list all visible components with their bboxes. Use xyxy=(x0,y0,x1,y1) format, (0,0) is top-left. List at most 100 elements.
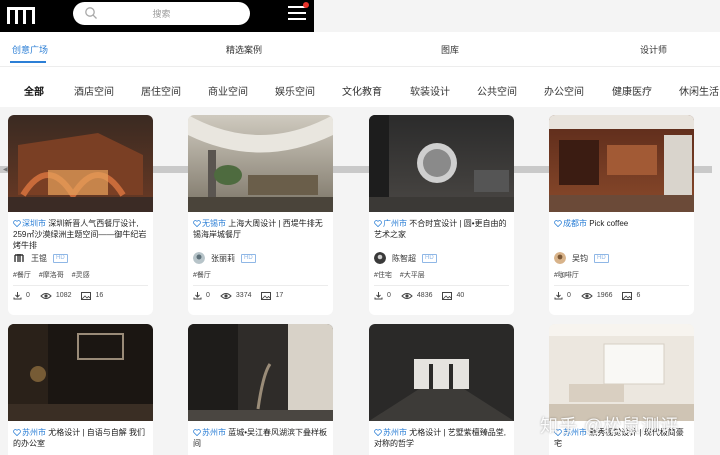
project-title[interactable]: 广州市 不合时宜设计 | 圆•更自由的艺术之家 xyxy=(374,218,509,251)
hd-badge: HD xyxy=(594,253,609,263)
project-image[interactable] xyxy=(369,324,514,421)
project-image[interactable] xyxy=(188,115,333,212)
heart-icon[interactable] xyxy=(193,429,201,436)
author-name[interactable]: 陈智超 xyxy=(392,253,416,264)
author-row: 张丽莉 HD xyxy=(193,252,256,264)
tag-list: #咖啡厅 xyxy=(554,270,585,280)
site-logo-icon[interactable] xyxy=(6,4,36,26)
author-name[interactable]: 王锟 xyxy=(31,253,47,264)
tag[interactable]: #灵感 xyxy=(72,272,90,279)
project-image[interactable] xyxy=(188,324,333,421)
project-title[interactable]: 成都市 Pick coffee xyxy=(554,218,689,251)
project-city[interactable]: 苏州市 xyxy=(22,428,46,437)
image-icon xyxy=(442,291,453,300)
avatar[interactable] xyxy=(13,252,25,264)
tag[interactable]: #大平层 xyxy=(400,272,425,279)
category-public[interactable]: 公共空间 xyxy=(477,83,517,98)
tag[interactable]: #餐厅 xyxy=(193,272,211,279)
avatar[interactable] xyxy=(374,252,386,264)
eye-icon xyxy=(40,292,52,299)
download-icon xyxy=(193,292,202,300)
tag[interactable]: #咖啡厅 xyxy=(554,272,579,279)
project-title[interactable]: 无锡市 上海大周设计 | 西堤牛排无锡海岸城餐厅 xyxy=(193,218,328,251)
category-residential[interactable]: 居住空间 xyxy=(141,83,181,98)
project-image[interactable] xyxy=(8,324,153,421)
image-icon xyxy=(622,291,633,300)
download-stat[interactable]: 0 xyxy=(554,291,571,300)
heart-icon[interactable] xyxy=(193,220,201,227)
project-city[interactable]: 苏州市 xyxy=(383,428,407,437)
avatar[interactable] xyxy=(193,252,205,264)
avatar[interactable] xyxy=(554,252,566,264)
category-culture-education[interactable]: 文化教育 xyxy=(342,83,382,98)
download-stat[interactable]: 0 xyxy=(13,291,30,300)
download-stat[interactable]: 0 xyxy=(193,291,210,300)
project-city[interactable]: 无锡市 xyxy=(202,219,226,228)
view-stat: 4836 xyxy=(401,292,433,300)
project-card[interactable]: 苏州市 尤格设计 | 艺墅紫檀臻品堂, 对称的哲学 xyxy=(369,324,514,455)
heart-icon[interactable] xyxy=(554,220,562,227)
project-card[interactable]: 无锡市 上海大周设计 | 西堤牛排无锡海岸城餐厅 张丽莉 HD #餐厅 0 33… xyxy=(188,115,333,315)
divider xyxy=(554,285,689,286)
eye-icon xyxy=(581,292,593,299)
view-count: 4836 xyxy=(416,292,433,299)
project-card[interactable]: 深圳市 深圳新晋人气西餐厅设计, 259㎡沙漠绿洲主题空间——御牛纪岩烤牛排 王… xyxy=(8,115,153,315)
image-stat: 17 xyxy=(261,291,284,300)
project-card[interactable]: 苏州市 尤格设计 | 自语与自解 我们的办公室 xyxy=(8,324,153,455)
download-stat[interactable]: 0 xyxy=(374,291,391,300)
category-commercial[interactable]: 商业空间 xyxy=(208,83,248,98)
category-hotel[interactable]: 酒店空间 xyxy=(74,83,114,98)
project-card[interactable]: 苏州市 蓝城•吴江春风湖滨下叠样板间 xyxy=(188,324,333,455)
project-city[interactable]: 苏州市 xyxy=(202,428,226,437)
download-count: 0 xyxy=(567,292,571,299)
category-leisure[interactable]: 休闲生活 xyxy=(679,83,719,98)
author-name[interactable]: 张丽莉 xyxy=(211,253,235,264)
download-count: 0 xyxy=(387,292,391,299)
project-title-text[interactable]: Pick coffee xyxy=(589,219,628,228)
category-healthcare[interactable]: 健康医疗 xyxy=(612,83,652,98)
scroll-left-arrow-icon[interactable]: ◀ xyxy=(3,167,8,173)
tag[interactable]: #餐厅 xyxy=(13,272,31,279)
image-icon xyxy=(261,291,272,300)
hd-badge: HD xyxy=(422,253,437,263)
project-image[interactable] xyxy=(369,115,514,212)
project-city[interactable]: 深圳市 xyxy=(22,219,46,228)
image-count: 17 xyxy=(275,292,284,299)
heart-icon[interactable] xyxy=(374,220,382,227)
tag-list: #餐厅 #摩洛哥 #灵感 xyxy=(13,270,96,280)
author-name[interactable]: 吴钧 xyxy=(572,253,588,264)
tab-gallery[interactable]: 图库 xyxy=(441,43,459,56)
project-card[interactable]: 广州市 不合时宜设计 | 圆•更自由的艺术之家 陈智超 HD #住宅 #大平层 … xyxy=(369,115,514,315)
tab-designers[interactable]: 设计师 xyxy=(640,43,667,56)
project-image[interactable] xyxy=(549,324,694,421)
hd-badge: HD xyxy=(53,253,68,263)
project-title[interactable]: 苏州市 尤格设计 | 艺墅紫檀臻品堂, 对称的哲学 xyxy=(374,427,509,455)
tag[interactable]: #住宅 xyxy=(374,272,392,279)
project-image[interactable] xyxy=(549,115,694,212)
project-title[interactable]: 深圳市 深圳新晋人气西餐厅设计, 259㎡沙漠绿洲主题空间——御牛纪岩烤牛排 xyxy=(13,218,148,251)
image-count: 40 xyxy=(456,292,465,299)
tab-creative-square[interactable]: 创意广场 xyxy=(12,43,48,56)
project-city[interactable]: 成都市 xyxy=(563,219,587,228)
project-city[interactable]: 广州市 xyxy=(383,219,407,228)
category-soft-furnishing[interactable]: 软装设计 xyxy=(410,83,450,98)
category-entertainment[interactable]: 娱乐空间 xyxy=(275,83,315,98)
project-card[interactable]: 成都市 Pick coffee 吴钧 HD #咖啡厅 0 1966 6 xyxy=(549,115,694,315)
heart-icon[interactable] xyxy=(374,429,382,436)
search-placeholder: 搜索 xyxy=(152,9,171,19)
project-title[interactable]: 苏州市 蓝城•吴江春风湖滨下叠样板间 xyxy=(193,427,328,455)
category-office[interactable]: 办公空间 xyxy=(544,83,584,98)
heart-icon[interactable] xyxy=(13,220,21,227)
search-input[interactable]: 搜索 xyxy=(73,2,250,25)
tab-featured-cases[interactable]: 精选案例 xyxy=(226,43,262,56)
project-image[interactable] xyxy=(8,115,153,212)
notification-dot xyxy=(303,2,309,8)
download-count: 0 xyxy=(206,292,210,299)
tag[interactable]: #摩洛哥 xyxy=(39,272,64,279)
stats-row: 0 3374 17 xyxy=(193,291,293,300)
project-title[interactable]: 苏州市 尤格设计 | 自语与自解 我们的办公室 xyxy=(13,427,148,455)
image-count: 6 xyxy=(636,292,641,299)
heart-icon[interactable] xyxy=(13,429,21,436)
category-all[interactable]: 全部 xyxy=(24,83,44,98)
hamburger-menu-icon[interactable] xyxy=(288,2,309,22)
